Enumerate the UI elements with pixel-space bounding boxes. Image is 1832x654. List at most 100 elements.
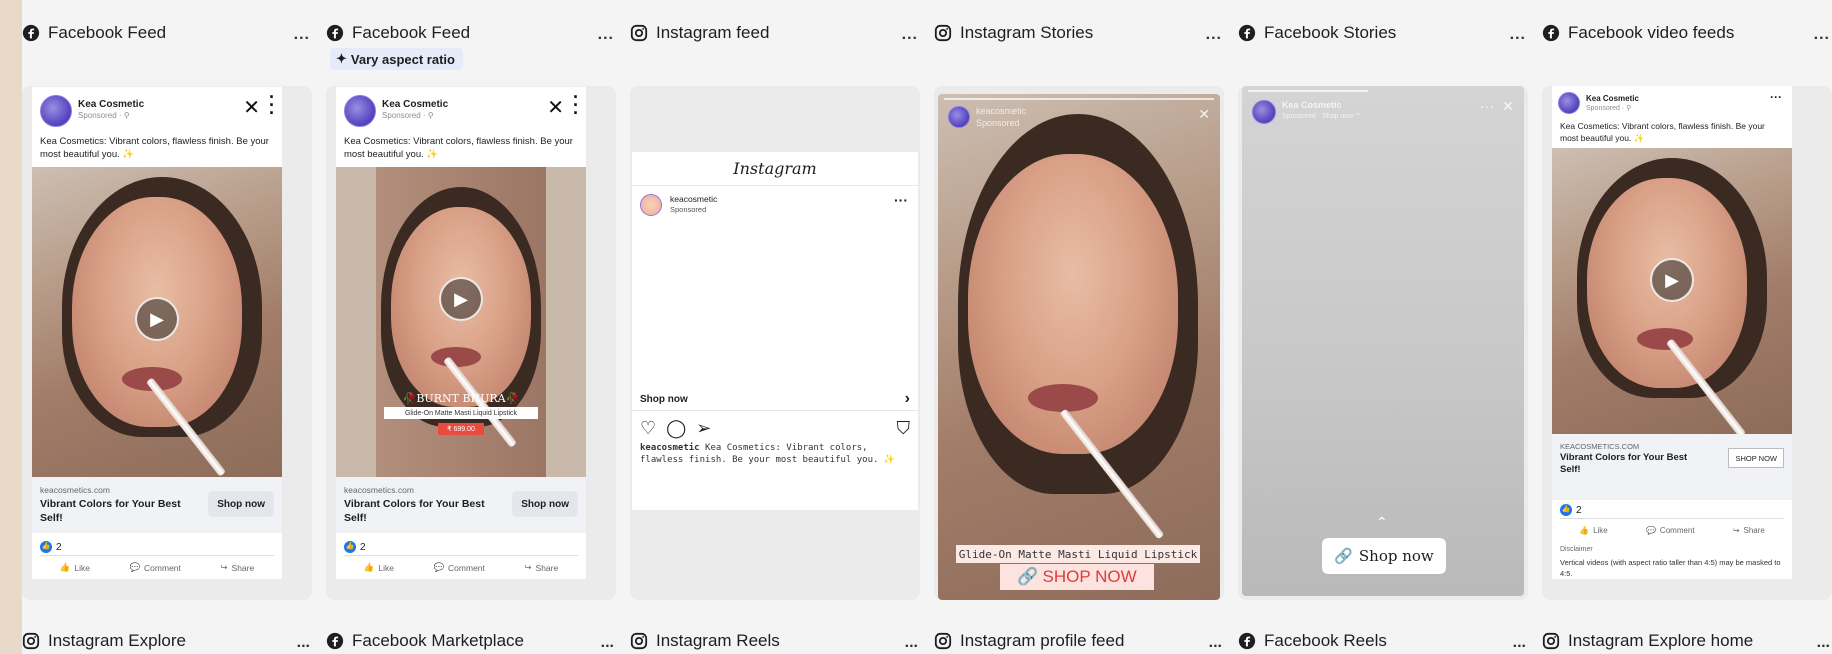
ad-preview-card[interactable]: Kea Cosmetic Sponsored · ⚲ ✕ · · · Kea Cos…: [326, 86, 616, 600]
sponsored-label: Sponsored · ⚲: [1586, 105, 1632, 112]
disclaimer-text: Vertical videos (with aspect ratio talle…: [1560, 558, 1781, 578]
facebook-post: Kea Cosmetic Sponsored · ⚲ ✕ · · · Kea Cos…: [32, 87, 282, 579]
like-button[interactable]: 👍 Like: [364, 562, 394, 573]
domain: keacosmetics.com: [40, 485, 110, 495]
reaction-count: 2: [56, 541, 62, 553]
overlay-brand: 🥀BURNT BHURA🥀: [402, 392, 520, 405]
more-options-button[interactable]: ...: [601, 634, 614, 652]
ad-preview-card[interactable]: Kea Cosmetic Sponsored · Shop now ⌃ ··· …: [1238, 86, 1528, 600]
shop-now-button[interactable]: 🔗 Shop now: [1322, 538, 1446, 574]
sponsored-label: Sponsored · ⚲: [382, 111, 434, 120]
primary-text: Kea Cosmetics: Vibrant colors, flawless …: [40, 136, 269, 160]
placement-title: Instagram Reels: [656, 631, 780, 650]
bookmark-icon[interactable]: ⛉: [897, 418, 911, 439]
placement-header: Facebook Feed ...: [326, 18, 616, 48]
send-icon[interactable]: ➢: [696, 418, 711, 439]
shop-now-button[interactable]: SHOP NOW: [1728, 448, 1784, 468]
thumbs-up-icon: 👍: [1579, 526, 1590, 535]
ad-video[interactable]: ▶: [1552, 148, 1792, 434]
primary-text: Kea Cosmetics: Vibrant colors, flawless …: [1560, 121, 1765, 143]
facebook-icon: [1238, 24, 1256, 42]
avatar: [948, 106, 970, 128]
placement-title: Facebook Marketplace: [352, 631, 524, 650]
like-button[interactable]: 👍 Like: [60, 562, 90, 573]
placement-title: Facebook Stories: [1264, 23, 1397, 42]
handle: keacosmetic: [976, 106, 1027, 116]
facebook-icon: [326, 24, 344, 42]
action-bar: 👍 Like 💬 Comment ↪ Share: [344, 555, 578, 579]
instagram-icon: [934, 24, 952, 42]
kebab-menu-icon[interactable]: · · ·: [572, 88, 580, 122]
shop-now-row[interactable]: Shop now ›: [640, 390, 910, 408]
link-footer: keacosmetics.com Vibrant Colors for Your…: [32, 477, 282, 533]
shop-now-button[interactable]: Shop now: [208, 491, 274, 517]
share-button[interactable]: ↪ Share: [524, 562, 558, 573]
ad-preview-card[interactable]: keacosmetic Sponsored ✕ Glide-On Matte M…: [934, 86, 1224, 600]
reactions: 👍 2: [32, 533, 282, 555]
placement-title: Instagram Explore home: [1568, 631, 1754, 650]
more-options-button[interactable]: ...: [1510, 26, 1526, 44]
play-icon[interactable]: ▶: [1650, 258, 1694, 302]
more-options-button[interactable]: ...: [297, 634, 310, 652]
link-footer: KEACOSMETICS.COM Vibrant Colors for Your…: [1552, 434, 1792, 500]
play-icon[interactable]: ▶: [135, 297, 179, 341]
ad-preview-card[interactable]: Instagram keacosmetic Sponsored ··· Shop…: [630, 86, 920, 600]
comment-button[interactable]: 💬 Comment: [1646, 526, 1695, 535]
heart-icon[interactable]: ♡: [640, 418, 656, 439]
more-options-button[interactable]: ...: [905, 634, 918, 652]
more-icon[interactable]: ···: [894, 192, 908, 208]
share-icon: ↪: [1732, 526, 1740, 535]
avatar: [344, 95, 376, 127]
more-options-button[interactable]: ...: [1814, 26, 1830, 44]
ad-video[interactable]: ▶: [32, 167, 282, 477]
shop-now-button[interactable]: 🔗 SHOP NOW: [1000, 564, 1154, 590]
link-icon: 🔗: [1017, 567, 1039, 586]
ad-preview-card[interactable]: Kea Cosmetic Sponsored · ⚲ ··· Kea Cosme…: [1542, 86, 1832, 600]
ad-preview-card[interactable]: Kea Cosmetic Sponsored · ⚲ ✕ · · · Kea Cos…: [22, 86, 312, 600]
sparkle-icon: ✦: [336, 51, 347, 66]
play-icon[interactable]: ▶: [439, 277, 483, 321]
share-button[interactable]: ↪ Share: [1733, 526, 1765, 535]
avatar: [640, 194, 662, 216]
close-icon[interactable]: ✕: [1502, 98, 1514, 115]
more-options-button[interactable]: ...: [294, 26, 310, 44]
action-icons: ♡ ◯ ➢ ⛉: [640, 418, 910, 439]
sponsored-label: Sponsored · ⚲: [78, 111, 130, 120]
like-button[interactable]: 👍 Like: [1579, 526, 1608, 535]
more-icon[interactable]: ···: [1770, 90, 1782, 104]
comment-button[interactable]: 💬 Comment: [129, 562, 180, 573]
share-icon: ↪: [524, 562, 532, 572]
story-progress: [1248, 90, 1368, 92]
shop-now-button[interactable]: Shop now: [512, 491, 578, 517]
close-icon[interactable]: ✕: [547, 95, 564, 120]
thumbs-up-icon: 👍: [59, 562, 71, 572]
facebook-icon: [1542, 24, 1560, 42]
ad-video[interactable]: ▶ 🥀BURNT BHURA🥀 Glide-On Matte Masti Liq…: [336, 167, 586, 477]
more-options-button[interactable]: ...: [598, 26, 614, 44]
placement-title: Facebook Reels: [1264, 631, 1387, 650]
page-name: Kea Cosmetic: [382, 99, 449, 110]
like-reaction-icon: 👍: [1560, 504, 1572, 516]
more-options-button[interactable]: ...: [1513, 634, 1526, 652]
story-frame[interactable]: Kea Cosmetic Sponsored · Shop now ⌃ ··· …: [1242, 86, 1524, 596]
placement-header: Instagram Stories ...: [934, 18, 1224, 48]
placement-title: Instagram Stories: [960, 23, 1094, 42]
comment-icon[interactable]: ◯: [666, 418, 686, 439]
comment-button[interactable]: 💬 Comment: [433, 562, 484, 573]
more-options-button[interactable]: ...: [1206, 26, 1222, 44]
share-button[interactable]: ↪ Share: [220, 562, 254, 573]
reactions: 👍 2: [1552, 500, 1792, 518]
more-options-button[interactable]: ...: [1209, 634, 1222, 652]
headline: Vibrant Colors for Your Best Self!: [40, 498, 181, 524]
more-icon[interactable]: ···: [1480, 98, 1494, 114]
story-video[interactable]: keacosmetic Sponsored ✕ Glide-On Matte M…: [938, 94, 1220, 600]
more-options-button[interactable]: ...: [1817, 634, 1830, 652]
more-options-button[interactable]: ...: [902, 26, 918, 44]
overlay-price: ₹ 699.00: [438, 423, 484, 435]
overlay-product: Glide-On Matte Masti Liquid Lipstick: [384, 407, 538, 419]
close-icon[interactable]: ✕: [1198, 106, 1210, 123]
kebab-menu-icon[interactable]: · · ·: [268, 88, 276, 122]
action-bar: 👍 Like 💬 Comment ↪ Share: [40, 555, 274, 579]
close-icon[interactable]: ✕: [243, 95, 260, 120]
left-edge-strip: [0, 0, 22, 654]
